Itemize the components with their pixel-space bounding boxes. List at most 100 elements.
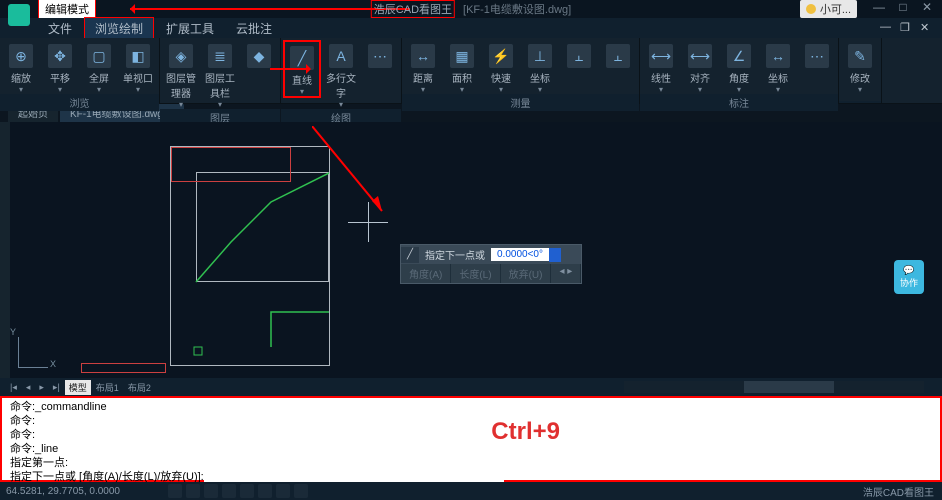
distance-icon: ↔ xyxy=(411,44,435,68)
layout-nav-prev[interactable]: ◂ xyxy=(22,381,35,394)
cmd-line: 命令:_commandline xyxy=(10,400,932,414)
app-title: 浩辰CAD看图王 xyxy=(371,0,455,18)
cmd-line: 命令: xyxy=(10,428,932,442)
user-name: 小可... xyxy=(820,1,851,17)
menubar: 文件 浏览绘制 扩展工具 云批注 — ❐ ✕ xyxy=(0,18,942,38)
maximize-button[interactable]: □ xyxy=(892,0,914,16)
menu-browse-draw[interactable]: 浏览绘制 xyxy=(84,17,154,40)
zoom-button[interactable]: ⊕缩放▾ xyxy=(2,40,40,94)
command-window[interactable]: 命令:_commandline 命令: 命令: 命令:_line 指定第一点: … xyxy=(0,396,942,482)
layer-tools-icon: ≣ xyxy=(208,44,232,68)
ucs-icon: Y X xyxy=(18,337,48,368)
coords-readout: 64.5281, 29.7705, 0.0000 xyxy=(6,486,120,497)
minimize-button[interactable]: — xyxy=(868,0,890,16)
layer-extra-icon: ◆ xyxy=(247,44,271,68)
polar-toggle[interactable] xyxy=(222,484,236,498)
overlay-ctrl9: Ctrl+9 xyxy=(491,418,560,446)
red-label xyxy=(81,363,166,373)
annotation-arrow xyxy=(130,3,410,15)
distance-button[interactable]: ↔距离▾ xyxy=(404,40,442,94)
layout-2[interactable]: 布局2 xyxy=(124,380,155,395)
menu-file[interactable]: 文件 xyxy=(38,18,82,39)
layer-extra-button[interactable]: ◆ xyxy=(240,40,278,68)
layout-nav-last[interactable]: ▸| xyxy=(49,381,64,394)
draw-more-button[interactable]: ⋯ xyxy=(361,40,399,68)
quick-icon: ⚡ xyxy=(489,44,513,68)
pan-button[interactable]: ✥平移▾ xyxy=(41,40,79,94)
draw-more-icon: ⋯ xyxy=(368,44,392,68)
grid-toggle[interactable] xyxy=(186,484,200,498)
statusbar: 64.5281, 29.7705, 0.0000 浩辰CAD看图王 xyxy=(0,482,942,500)
angle-icon: ∠ xyxy=(727,44,751,68)
dim-coord-button[interactable]: ↔坐标▾ xyxy=(759,40,797,94)
drawing-inner xyxy=(196,172,329,282)
opt-angle[interactable]: 角度(A) xyxy=(401,264,451,283)
doc-minimize-icon[interactable]: — xyxy=(880,21,894,35)
chat-icon: 💬 xyxy=(903,265,914,276)
menu-cloud-annot[interactable]: 云批注 xyxy=(226,18,282,39)
osnap-toggle[interactable] xyxy=(240,484,254,498)
ruler-vertical xyxy=(0,122,10,378)
h-scrollbar[interactable] xyxy=(624,381,924,393)
cmd-line: 命令: xyxy=(10,414,932,428)
avatar-icon xyxy=(806,4,816,14)
prompt-text: 指定下一点或 xyxy=(419,245,491,264)
dynamic-input[interactable]: ╱ 指定下一点或 0.0000<0° 角度(A) 长度(L) 放弃(U) ◂ ▸ xyxy=(400,244,582,284)
layer-tools-button[interactable]: ≣图层工具栏▾ xyxy=(201,40,239,109)
file-title: [KF-1电缆敷设图.dwg] xyxy=(463,1,571,17)
aligned-icon: ⟷ xyxy=(688,44,712,68)
coord-button[interactable]: ⊥坐标▾ xyxy=(521,40,559,94)
opt-length[interactable]: 长度(L) xyxy=(451,264,500,283)
app-icon[interactable] xyxy=(8,4,30,26)
layout-model[interactable]: 模型 xyxy=(65,380,91,395)
lwt-toggle[interactable] xyxy=(276,484,290,498)
annotation-arrow-line xyxy=(270,68,310,70)
layout-1[interactable]: 布局1 xyxy=(92,380,123,395)
measure-b-button[interactable]: ⫠ xyxy=(599,40,637,68)
area-icon: ▦ xyxy=(450,44,474,68)
layout-tabs: |◂ ◂ ▸ ▸| 模型 布局1 布局2 xyxy=(0,378,942,396)
dim-coord-icon: ↔ xyxy=(766,44,790,68)
linear-icon: ⟷ xyxy=(649,44,673,68)
mtext-icon: A xyxy=(329,44,353,68)
fullscreen-button[interactable]: ▢全屏▾ xyxy=(80,40,118,94)
mtext-button[interactable]: A多行文字▾ xyxy=(322,40,360,109)
titlebar: 编辑模式 浩辰CAD看图王 [KF-1电缆敷设图.dwg] 小可... — □ … xyxy=(0,0,942,18)
drawing-canvas[interactable]: ╱ 指定下一点或 0.0000<0° 角度(A) 长度(L) 放弃(U) ◂ ▸… xyxy=(0,122,942,378)
dyn-toggle[interactable] xyxy=(294,484,308,498)
fullscreen-icon: ▢ xyxy=(87,44,111,68)
brand-label: 浩辰CAD看图王 xyxy=(863,484,934,499)
prompt-value[interactable]: 0.0000<0° xyxy=(491,248,549,261)
opt-nav[interactable]: ◂ ▸ xyxy=(551,264,581,283)
close-button[interactable]: ✕ xyxy=(916,0,938,16)
measure-a-button[interactable]: ⫠ xyxy=(560,40,598,68)
aligned-button[interactable]: ⟷对齐▾ xyxy=(681,40,719,94)
zoom-icon: ⊕ xyxy=(9,44,33,68)
doc-restore-icon[interactable]: ❐ xyxy=(900,21,914,35)
collab-badge[interactable]: 💬 协作 xyxy=(894,260,924,294)
status-toggles xyxy=(168,484,308,498)
ortho-toggle[interactable] xyxy=(204,484,218,498)
viewport-button[interactable]: ◧单视口▾ xyxy=(119,40,157,94)
cmd-line: 指定第一点: xyxy=(10,456,932,470)
prompt-selection xyxy=(549,248,561,262)
layout-nav-first[interactable]: |◂ xyxy=(6,381,21,394)
quick-button[interactable]: ⚡快速▾ xyxy=(482,40,520,94)
area-button[interactable]: ▦面积▾ xyxy=(443,40,481,94)
annotation-arrow-diag xyxy=(312,126,392,221)
menu-ext-tools[interactable]: 扩展工具 xyxy=(156,18,224,39)
snap-toggle[interactable] xyxy=(168,484,182,498)
modify-button[interactable]: ✎修改▾ xyxy=(841,40,879,94)
user-chip[interactable]: 小可... xyxy=(800,0,857,18)
linear-button[interactable]: ⟷线性▾ xyxy=(642,40,680,94)
otrack-toggle[interactable] xyxy=(258,484,272,498)
angle-button[interactable]: ∠角度▾ xyxy=(720,40,758,94)
red-rect xyxy=(171,147,291,182)
doc-close-icon[interactable]: ✕ xyxy=(920,21,934,35)
dim-more-button[interactable]: ⋯ xyxy=(798,40,836,68)
opt-undo[interactable]: 放弃(U) xyxy=(501,264,552,283)
layout-nav-next[interactable]: ▸ xyxy=(35,381,48,394)
layer-mgr-button[interactable]: ◈图层管理器▾ xyxy=(162,40,200,109)
viewport-icon: ◧ xyxy=(126,44,150,68)
line-icon: ╱ xyxy=(401,247,419,263)
